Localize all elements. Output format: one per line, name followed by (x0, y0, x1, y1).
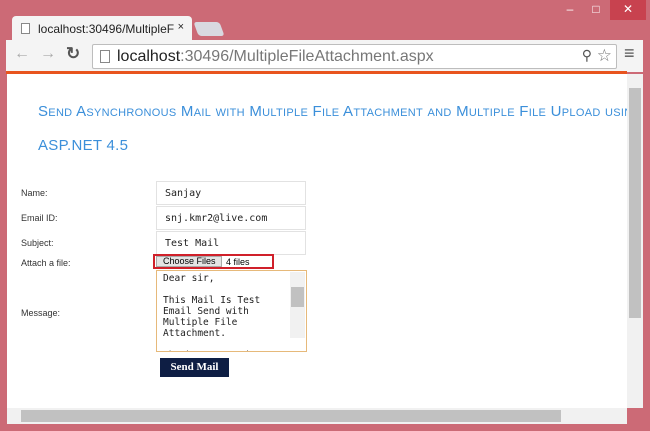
attach-label: Attach a file: (21, 258, 71, 268)
page-icon (21, 23, 30, 34)
files-status: 4 files (226, 257, 250, 267)
tab-close-icon[interactable]: × (178, 21, 184, 33)
send-mail-button[interactable]: Send Mail (160, 358, 229, 377)
close-window-button[interactable]: ✕ (610, 0, 646, 20)
choose-files-button[interactable]: Choose Files (156, 256, 222, 267)
forward-icon[interactable]: → (40, 45, 56, 63)
browser-tab[interactable]: localhost:30496/MultipleF × (12, 16, 192, 42)
page-heading-line2: ASP.NET 4.5 (38, 137, 129, 154)
url-path: :30496/MultipleFileAttachment.aspx (180, 48, 434, 65)
vertical-scrollbar[interactable] (627, 74, 643, 408)
file-input[interactable]: Choose Files 4 files (153, 254, 274, 269)
horizontal-scrollbar[interactable] (7, 408, 627, 424)
page-heading: Send Asynchronous Mail with Multiple Fil… (38, 103, 642, 120)
reload-icon[interactable]: ↻ (66, 44, 80, 64)
message-textarea[interactable]: Dear sir, This Mail Is Test Email Send w… (156, 270, 307, 352)
maximize-button[interactable]: □ (584, 0, 608, 20)
tab-title: localhost:30496/MultipleF (38, 22, 175, 36)
textarea-scrollbar[interactable] (290, 272, 305, 338)
menu-icon[interactable]: ≡ (624, 43, 635, 64)
zoom-icon[interactable]: ⚲ (582, 47, 592, 64)
name-label: Name: (21, 188, 48, 198)
bookmark-star-icon[interactable]: ☆ (597, 46, 612, 66)
back-icon[interactable]: ← (14, 45, 30, 63)
page-content (7, 74, 627, 408)
message-label: Message: (21, 308, 61, 318)
new-tab-button[interactable] (193, 22, 225, 36)
url-host: localhost (117, 48, 181, 65)
page-icon (100, 50, 110, 63)
email-label: Email ID: (21, 213, 58, 223)
subject-label: Subject: (21, 238, 54, 248)
subject-input[interactable]: Test Mail (156, 231, 306, 255)
name-input[interactable]: Sanjay (156, 181, 306, 205)
address-bar[interactable]: localhost:30496/MultipleFileAttachment.a… (92, 44, 617, 69)
minimize-button[interactable]: – (558, 0, 582, 20)
email-input[interactable]: snj.kmr2@live.com (156, 206, 306, 230)
